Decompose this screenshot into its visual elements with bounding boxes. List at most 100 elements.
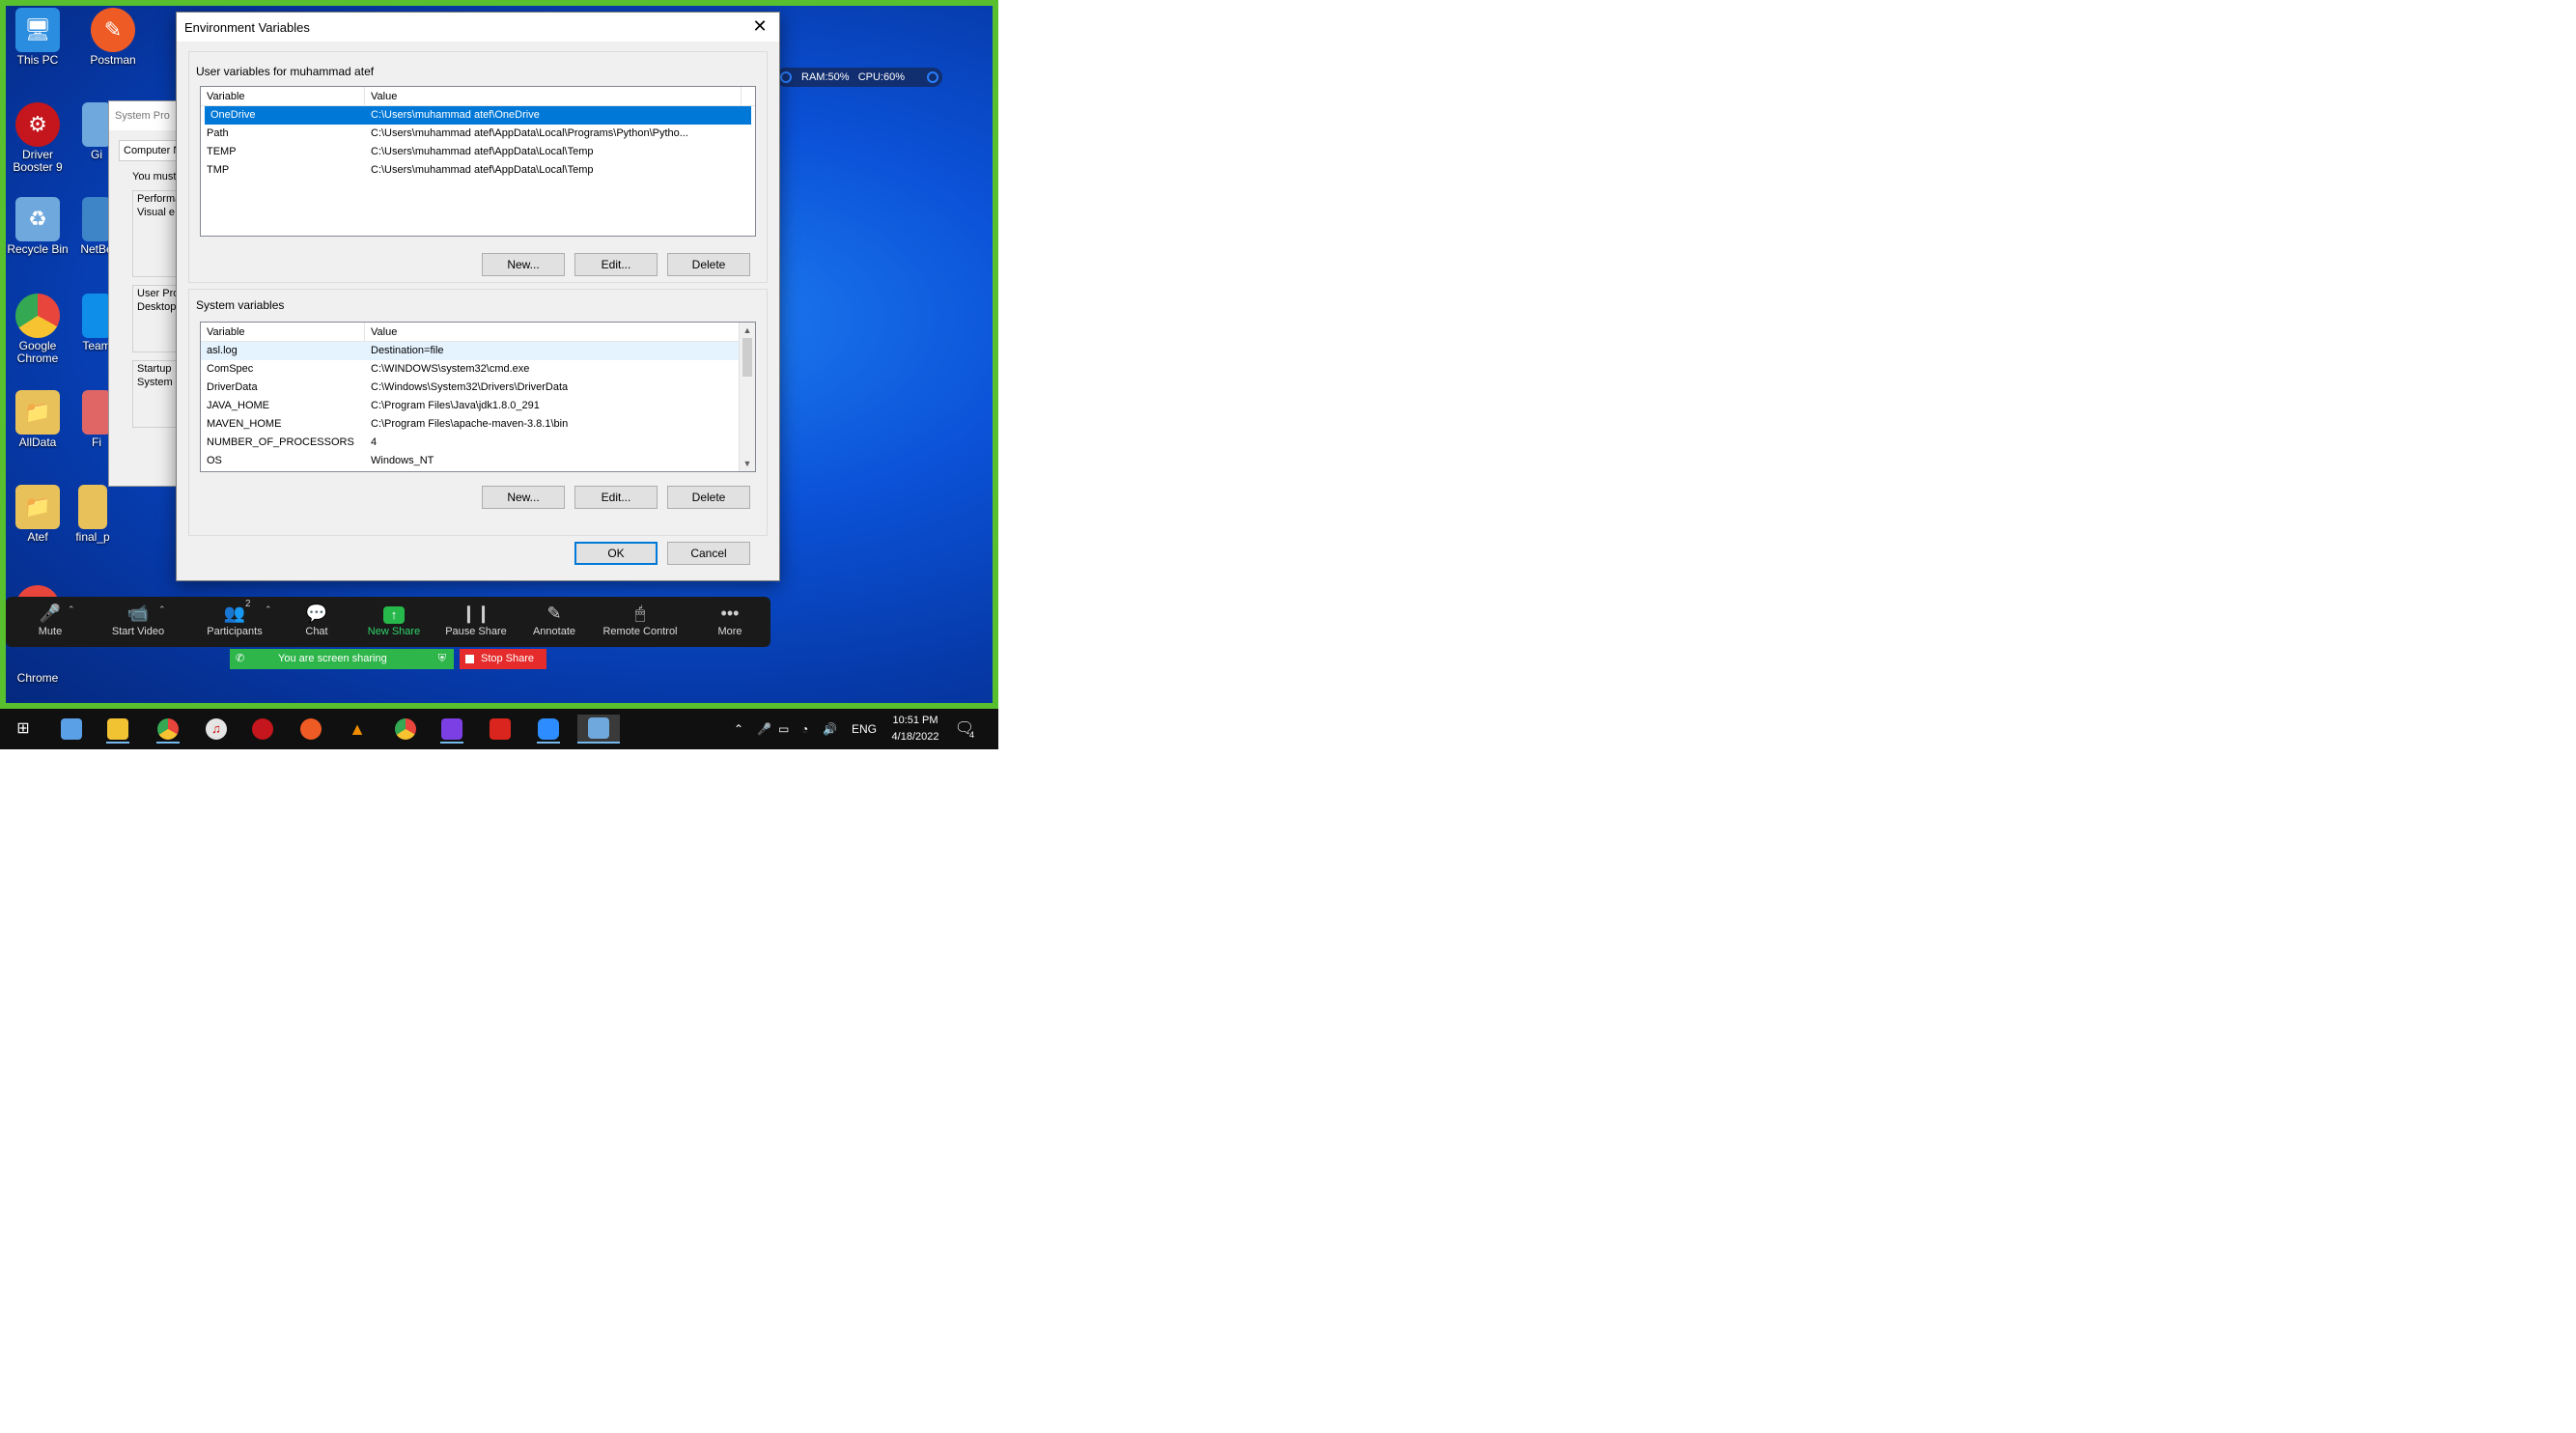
system-monitor-widget[interactable]: RAM:50% CPU:60%	[776, 68, 942, 87]
wifi-icon[interactable]: ◔	[801, 709, 808, 749]
taskbar-app-driver-booster[interactable]	[245, 715, 280, 744]
chat-button[interactable]: 💬 Chat	[292, 603, 342, 637]
taskbar-app-zoom[interactable]	[531, 715, 566, 744]
clock[interactable]: 10:51 PM 4/18/2022	[886, 713, 944, 745]
taskbar-app-vlc[interactable]: ▲	[340, 715, 375, 744]
desktop-icon-recycle-bin[interactable]: ♻ Recycle Bin	[4, 197, 71, 256]
git-icon	[82, 102, 111, 147]
taskbar-app-intellij[interactable]	[434, 715, 469, 744]
user-var-row-onedrive[interactable]: OneDrive C:\Users\muhammad atef\OneDrive	[205, 106, 751, 125]
itunes-icon: ♫	[206, 718, 227, 740]
system-var-row-number-of-processors[interactable]: NUMBER_OF_PROCESSORS 4	[201, 434, 755, 452]
system-var-row-comspec[interactable]: ComSpec C:\WINDOWS\system32\cmd.exe	[201, 360, 755, 379]
list-header: Variable Value	[201, 323, 755, 342]
window-title: System Pro	[109, 101, 184, 130]
column-header-variable[interactable]: Variable	[201, 87, 365, 105]
user-var-row-path[interactable]: Path C:\Users\muhammad atef\AppData\Loca…	[201, 125, 755, 143]
system-variables-list[interactable]: Variable Value asl.log Destination=file …	[200, 322, 756, 472]
user-new-button[interactable]: New...	[482, 253, 565, 276]
running-indicator	[440, 742, 463, 744]
sharing-status-text: You are screen sharing	[278, 653, 387, 664]
desktop-icon-alldata[interactable]: 📁 AllData	[4, 390, 71, 449]
scroll-up-icon[interactable]: ▲	[740, 323, 755, 338]
dialog-titlebar: Environment Variables ✕	[177, 13, 779, 42]
battery-icon[interactable]: ▭	[778, 709, 789, 749]
new-share-button[interactable]: ↑ New Share	[359, 603, 429, 637]
desktop-icon-driver-booster[interactable]: ⚙ Driver Booster 9	[4, 102, 71, 174]
system-var-row-asl-log[interactable]: asl.log Destination=file	[201, 342, 755, 360]
taskbar: ⊞ ♫ ▲ ⌃ 🎤 ▭ ◔ 🔊 ENG 10:51 PM 4/18/2022 🗨…	[0, 709, 998, 749]
annotate-button[interactable]: ✎ Annotate	[523, 603, 585, 637]
user-edit-button[interactable]: Edit...	[574, 253, 658, 276]
taskbar-app-postman[interactable]	[294, 715, 328, 744]
cortana-icon	[61, 718, 82, 740]
system-var-row-java-home[interactable]: JAVA_HOME C:\Program Files\Java\jdk1.8.0…	[201, 397, 755, 415]
desktop-icon-atef[interactable]: 📁 Atef	[4, 485, 71, 544]
cpu-usage: CPU:60%	[857, 71, 905, 83]
taskbar-app-chrome-2[interactable]	[388, 715, 423, 744]
column-header-variable[interactable]: Variable	[201, 323, 365, 341]
desktop-icon-final[interactable]: final_p	[75, 485, 110, 544]
static-text: You must	[132, 171, 177, 183]
pause-share-button[interactable]: ❙❙ Pause Share	[440, 603, 512, 637]
scroll-thumb[interactable]	[742, 338, 752, 377]
chevron-up-icon[interactable]: ⌃	[734, 709, 743, 749]
participants-icon: 👥	[223, 604, 246, 623]
scroll-down-icon[interactable]: ▼	[740, 456, 755, 471]
taskbar-app-system-properties[interactable]	[577, 715, 620, 744]
taskbar-app-chrome[interactable]	[151, 715, 185, 744]
user-var-row-temp[interactable]: TEMP C:\Users\muhammad atef\AppData\Loca…	[201, 143, 755, 161]
user-variables-list[interactable]: Variable Value OneDrive C:\Users\muhamma…	[200, 86, 756, 237]
list-header: Variable Value	[201, 87, 755, 106]
screen-sharing-indicator[interactable]: ✆ You are screen sharing ⛨	[230, 649, 454, 669]
ellipsis-icon: •••	[720, 604, 740, 623]
more-button[interactable]: ••• More	[707, 603, 753, 637]
microphone-icon[interactable]: 🎤	[757, 709, 771, 749]
desktop-icon-postman[interactable]: ✎ Postman	[79, 8, 147, 67]
taskbar-app-itunes[interactable]: ♫	[199, 715, 234, 744]
taskbar-app-acrobat[interactable]	[483, 715, 518, 744]
system-var-row-maven-home[interactable]: MAVEN_HOME C:\Program Files\apache-maven…	[201, 415, 755, 434]
user-var-row-tmp[interactable]: TMP C:\Users\muhammad atef\AppData\Local…	[201, 161, 755, 180]
desktop-icon-google-chrome[interactable]: Google Chrome	[4, 294, 71, 365]
notification-count: 4	[969, 730, 975, 740]
remote-control-button[interactable]: 🖱 Remote Control	[597, 603, 684, 637]
column-header-value[interactable]: Value	[365, 323, 742, 341]
system-var-row-driverdata[interactable]: DriverData C:\Windows\System32\Drivers\D…	[201, 379, 755, 397]
phone-icon: ✆	[236, 653, 245, 664]
tab-computer-name[interactable]: Computer N	[119, 140, 184, 161]
desktop-icon-this-pc[interactable]: 🖥 This PC	[4, 8, 71, 67]
folder-icon: 📁	[15, 485, 60, 529]
postman-icon	[300, 718, 322, 740]
teamviewer-icon	[82, 294, 111, 338]
column-header-value[interactable]: Value	[365, 87, 742, 105]
language-indicator[interactable]: ENG	[852, 709, 877, 749]
remote-screen: 🖥 This PC ✎ Postman ⚙ Driver Booster 9 ♻…	[0, 0, 998, 749]
acrobat-icon	[490, 718, 511, 740]
participants-button[interactable]: 👥 Participants	[195, 603, 274, 637]
system-var-row-os[interactable]: OS Windows_NT	[201, 452, 755, 470]
user-delete-button[interactable]: Delete	[667, 253, 750, 276]
recycle-bin-icon: ♻	[15, 197, 60, 241]
chevron-up-icon[interactable]: ⌃	[158, 604, 166, 615]
chevron-up-icon[interactable]: ⌃	[68, 604, 75, 615]
taskbar-app-file-explorer[interactable]	[100, 715, 135, 744]
participants-count: 2	[245, 599, 251, 609]
stop-share-button[interactable]: Stop Share	[460, 649, 546, 669]
system-variables-label: System variables	[196, 298, 285, 312]
volume-icon[interactable]: 🔊	[823, 709, 837, 749]
system-delete-button[interactable]: Delete	[667, 486, 750, 509]
taskbar-app-cortana[interactable]	[54, 715, 89, 744]
cancel-button[interactable]: Cancel	[667, 542, 750, 565]
system-new-button[interactable]: New...	[482, 486, 565, 509]
vertical-scrollbar[interactable]: ▲ ▼	[739, 323, 755, 471]
chevron-up-icon[interactable]: ⌃	[265, 604, 272, 615]
zoom-meeting-toolbar: 🎤 Mute ⌃ 📹 Start Video ⌃ 👥 Participants …	[6, 597, 770, 647]
close-icon[interactable]: ✕	[741, 13, 779, 42]
start-video-button[interactable]: 📹 Start Video	[98, 603, 178, 637]
system-edit-button[interactable]: Edit...	[574, 486, 658, 509]
computer-icon: 🖥	[15, 8, 60, 52]
driver-booster-icon: ⚙	[15, 102, 60, 147]
ok-button[interactable]: OK	[574, 542, 658, 565]
start-button[interactable]: ⊞	[6, 715, 41, 744]
